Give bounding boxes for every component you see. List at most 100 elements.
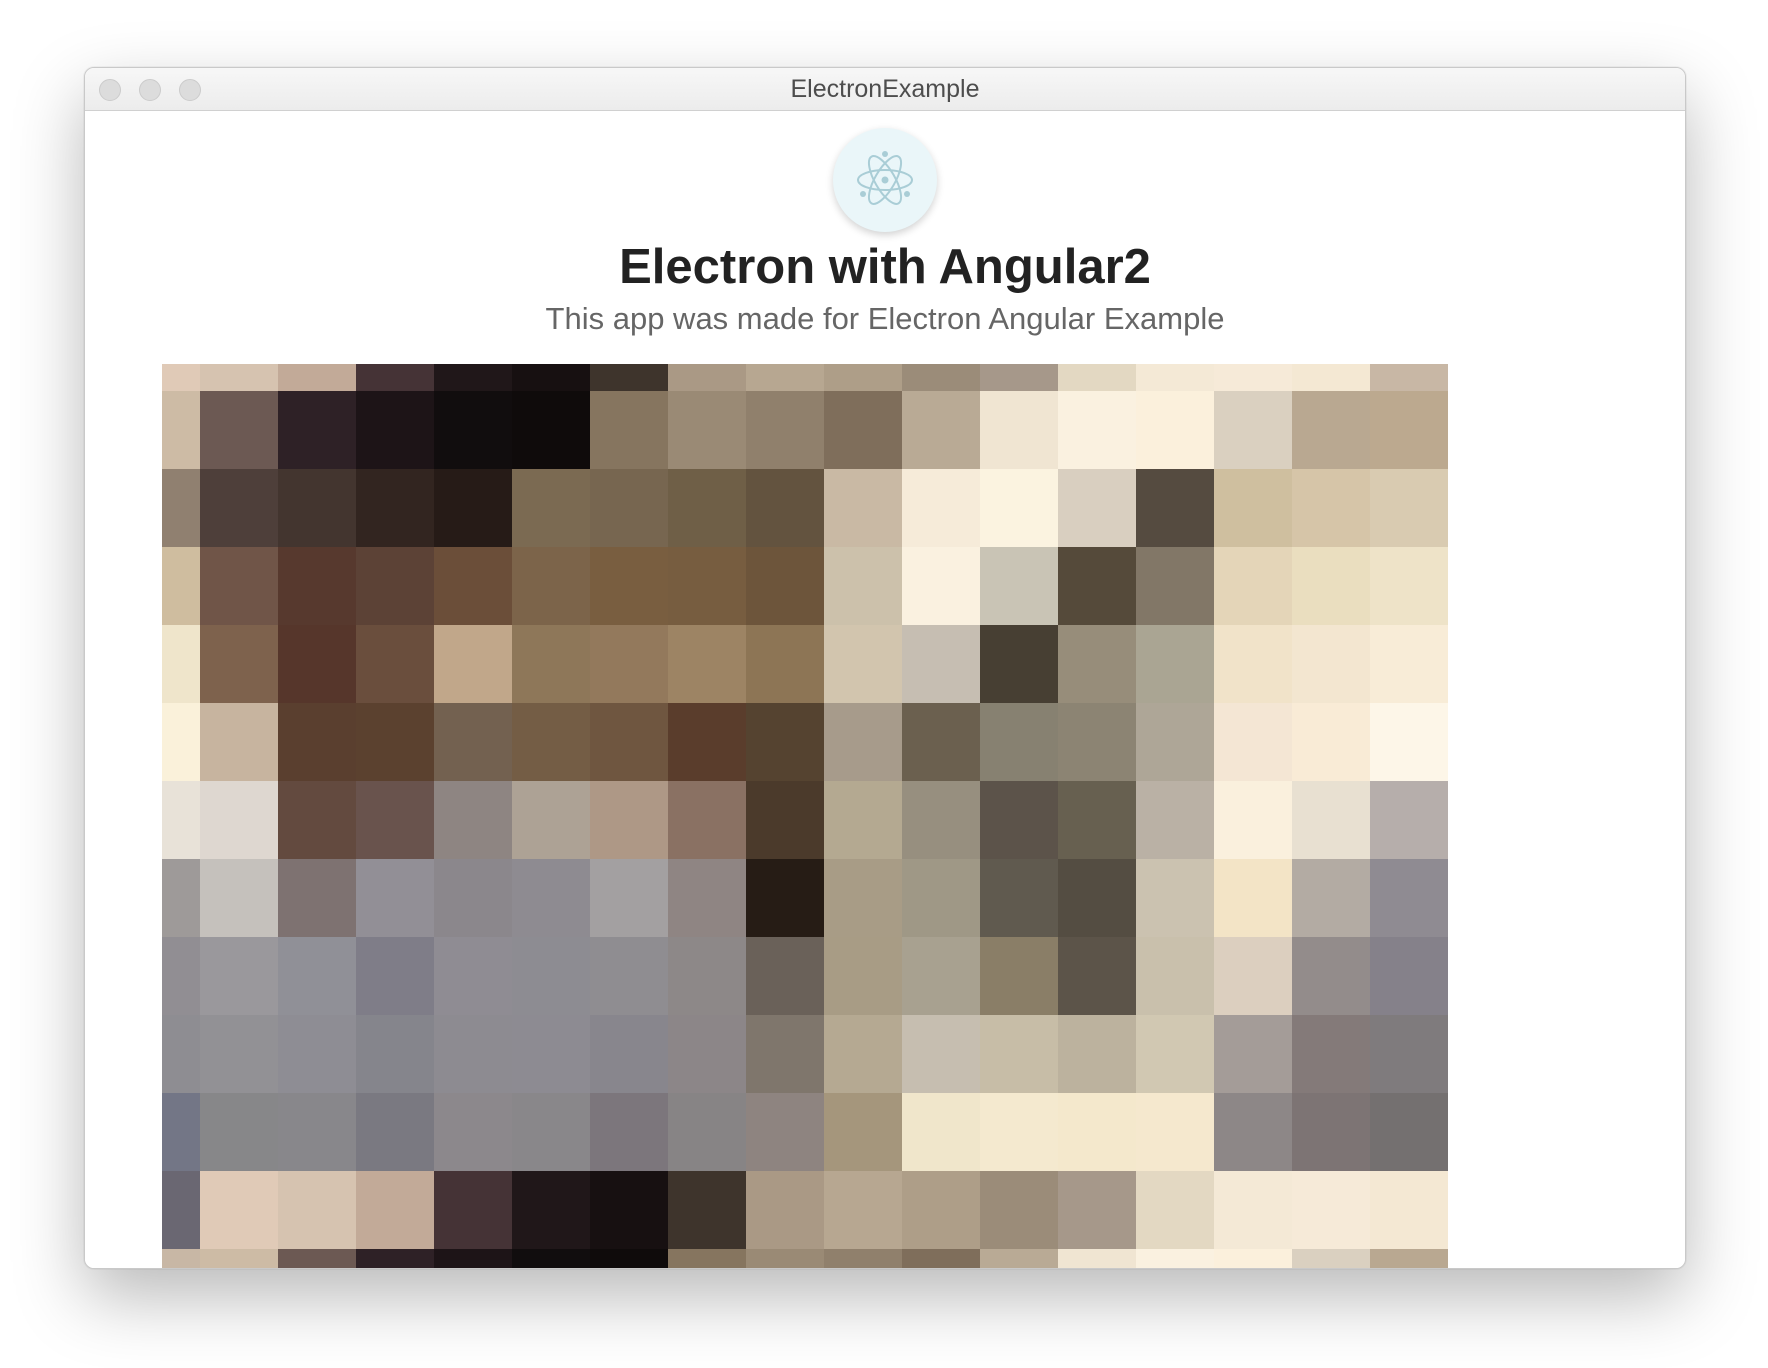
photo-pixel: [356, 1093, 435, 1172]
photo-pixel: [746, 547, 825, 626]
photo-pixel: [590, 937, 669, 1016]
photo-pixel: [746, 937, 825, 1016]
app-content: Electron with Angular2 This app was made…: [85, 111, 1685, 1268]
photo-pixel: [1370, 1171, 1448, 1250]
photo-pixel: [200, 625, 279, 704]
photo-pixel: [668, 547, 747, 626]
photo-pixel: [512, 781, 591, 860]
photo-pixel: [512, 547, 591, 626]
photo-pixel: [1292, 391, 1371, 470]
photo-pixel: [980, 469, 1059, 548]
photo-pixel: [824, 703, 903, 782]
photo-pixel: [200, 859, 279, 938]
photo-pixel: [356, 364, 435, 392]
photo-pixel: [902, 547, 981, 626]
photo-pixel: [902, 1015, 981, 1094]
photo-pixel: [980, 391, 1059, 470]
photo-pixel: [824, 1093, 903, 1172]
photo-pixel: [278, 469, 357, 548]
photo-pixel: [356, 547, 435, 626]
photo-pixel: [668, 781, 747, 860]
photo-pixel: [1214, 781, 1293, 860]
photo-pixel: [980, 364, 1059, 392]
photo-pixel: [1136, 781, 1215, 860]
photo-pixel: [824, 364, 903, 392]
photo-pixel: [824, 625, 903, 704]
photo-pixel: [162, 781, 201, 860]
photo-pixel: [1370, 937, 1448, 1016]
photo-pixel: [1214, 391, 1293, 470]
photo-pixel: [590, 781, 669, 860]
photo-pixel: [1214, 364, 1293, 392]
photo-pixel: [668, 391, 747, 470]
photo-pixel: [590, 703, 669, 782]
photo-pixel: [200, 364, 279, 392]
photo-pixel: [668, 1171, 747, 1250]
photo-pixel: [512, 391, 591, 470]
photo-pixel: [824, 781, 903, 860]
title-bar[interactable]: ElectronExample: [85, 68, 1685, 111]
photo-pixel: [980, 703, 1059, 782]
photo-pixel: [1058, 781, 1137, 860]
page-subtitle: This app was made for Electron Angular E…: [545, 301, 1225, 336]
photo-pixel: [746, 391, 825, 470]
photo-pixel: [902, 781, 981, 860]
photo-pixel: [278, 391, 357, 470]
photo-pixel: [980, 1249, 1059, 1268]
photo-pixel: [200, 1171, 279, 1250]
photo-pixel: [434, 1015, 513, 1094]
photo-pixel: [1058, 703, 1137, 782]
photo-pixel: [162, 391, 201, 470]
photo-pixel: [512, 1015, 591, 1094]
photo-pixel: [512, 1171, 591, 1250]
photo-pixel: [1370, 469, 1448, 548]
photo-pixel: [1058, 937, 1137, 1016]
photo-pixel: [590, 391, 669, 470]
photo-pixel: [590, 1093, 669, 1172]
photo-pixel: [902, 937, 981, 1016]
photo-pixel: [980, 1015, 1059, 1094]
photo-pixel: [1058, 625, 1137, 704]
electron-atom-icon: [833, 128, 937, 232]
app-window: ElectronExample Electron with Angular2 T…: [84, 67, 1686, 1269]
photo-pixel: [746, 1093, 825, 1172]
photo-pixel: [590, 1171, 669, 1250]
photo-pixel: [200, 1093, 279, 1172]
photo-pixel: [200, 781, 279, 860]
photo-pixel: [824, 1015, 903, 1094]
window-title: ElectronExample: [790, 75, 980, 103]
photo-pixel: [1370, 781, 1448, 860]
photo-pixel: [162, 547, 201, 626]
photo-pixel: [746, 781, 825, 860]
photo-pixel: [1058, 1093, 1137, 1172]
photo-pixel: [980, 937, 1059, 1016]
photo-pixel: [668, 703, 747, 782]
photo-pixel: [200, 469, 279, 548]
photo-pixel: [1214, 859, 1293, 938]
photo-pixel: [824, 469, 903, 548]
photo-pixel: [902, 1249, 981, 1268]
photo-pixel: [278, 547, 357, 626]
photo-pixel: [278, 364, 357, 392]
photo-pixel: [746, 625, 825, 704]
photo-pixel: [1292, 937, 1371, 1016]
photo-pixel: [162, 1171, 201, 1250]
photo-pixel: [902, 391, 981, 470]
photo-pixel: [980, 1171, 1059, 1250]
pixelated-photo-canvas: [162, 364, 1448, 1268]
photo-pixel: [902, 1093, 981, 1172]
photo-pixel: [356, 937, 435, 1016]
photo-pixel: [434, 859, 513, 938]
photo-pixel: [356, 1249, 435, 1268]
photo-pixel: [1136, 1171, 1215, 1250]
photo-pixel: [746, 469, 825, 548]
photo-pixel: [512, 1093, 591, 1172]
photo-pixel: [434, 391, 513, 470]
photo-pixel: [1214, 703, 1293, 782]
photo-pixel: [512, 469, 591, 548]
photo-pixel: [162, 1093, 201, 1172]
photo-pixel: [278, 625, 357, 704]
photo-pixel: [746, 1171, 825, 1250]
photo-pixel: [590, 469, 669, 548]
photo-pixel: [668, 1015, 747, 1094]
